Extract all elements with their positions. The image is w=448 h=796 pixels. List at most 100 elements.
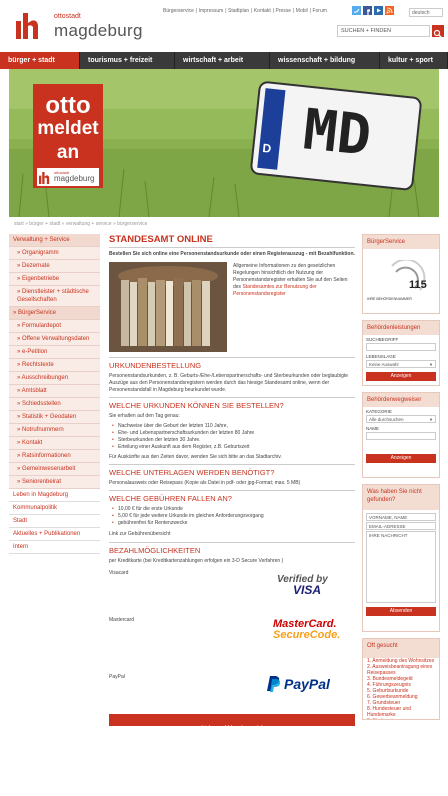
- nav-wirtschaft-arbeit[interactable]: wirtschaft + arbeit: [175, 52, 270, 69]
- sidebar: Verwaltung + Service» Organigramm» Dezer…: [9, 234, 100, 554]
- sidebar-item[interactable]: » Rechtstexte: [9, 359, 100, 372]
- often-searched-title: Oft gesucht: [363, 639, 439, 658]
- often-searched-item[interactable]: 9. Kinderreisepass: [363, 718, 439, 719]
- rss-icon[interactable]: [385, 6, 394, 15]
- sidebar-item[interactable]: » Gemeinwesenarbeit: [9, 463, 100, 476]
- feedback-message-textarea[interactable]: IHRE NACHRICHT: [366, 531, 436, 603]
- site-logo[interactable]: ottostadt magdeburg: [16, 9, 146, 43]
- sidebar-item[interactable]: Intern: [9, 541, 100, 554]
- heading-which-documents: WELCHE URKUNDEN KÖNNEN SIE BESTELLEN?: [109, 397, 355, 410]
- sidebar-item[interactable]: » Eigenbetriebe: [9, 273, 100, 286]
- mastercard-bottom-text: SecureCode.: [273, 629, 341, 641]
- youtube-icon[interactable]: [374, 6, 383, 15]
- docs-text: Personalausweis oder Reisepass (Kopie al…: [109, 480, 301, 486]
- authority-show-button[interactable]: Anzeigen: [366, 372, 436, 381]
- info-text: Allgemeine Informationen zu den gesetzli…: [233, 263, 355, 298]
- feedback-name-input[interactable]: VORNAME, NAME: [366, 513, 436, 521]
- authority-situation-select[interactable]: Keine Auswahl ▼: [366, 360, 436, 368]
- logo-big-text: magdeburg: [54, 21, 143, 40]
- sidebar-item[interactable]: » Organigramm: [9, 247, 100, 260]
- authority-services-box: Behördenleistungen SUCHBEGRIFF LEBENSLAG…: [362, 320, 440, 386]
- sidebar-item[interactable]: » Offene Verwaltungsdaten: [9, 333, 100, 346]
- page-title: STANDESAMT ONLINE: [109, 234, 355, 248]
- portal-button[interactable]: Link zum Urkundenportal: [109, 714, 355, 731]
- fee-link[interactable]: Link zur Gebührenübersicht: [109, 531, 355, 538]
- nav-kultur-sport[interactable]: kultur + sport: [380, 52, 448, 69]
- top-link-presse[interactable]: Presse: [276, 8, 292, 14]
- mastercard-securecode-logo: MasterCard. SecureCode.: [273, 618, 340, 641]
- authority-keyword-label: SUCHBEGRIFF: [366, 337, 399, 342]
- search-icon: [433, 29, 442, 38]
- magdeburg-logo-small-icon: [39, 171, 50, 184]
- sidebar-item[interactable]: » e-Petition: [9, 346, 100, 359]
- sidebar-item[interactable]: » BürgerService: [9, 307, 100, 320]
- feedback-box: Was haben Sie nicht gefunden? VORNAME, N…: [362, 484, 440, 632]
- chevron-down-icon: ▼: [429, 417, 433, 422]
- sidebar-item[interactable]: » Seniorenbeirat: [9, 476, 100, 489]
- top-link-impressum[interactable]: Impressum: [199, 8, 224, 14]
- top-link-kontakt[interactable]: Kontakt: [254, 8, 271, 14]
- sidebar-item[interactable]: » Kontakt: [9, 437, 100, 450]
- directory-name-input[interactable]: [366, 432, 436, 440]
- sidebar-item[interactable]: Leben in Magdeburg: [9, 489, 100, 502]
- nav-wissenschaft-bildung[interactable]: wissenschaft + bildung: [270, 52, 380, 69]
- often-searched-item[interactable]: 2. Ausweisbeantragung eines Reisepasses: [363, 664, 439, 676]
- logo-small-text: ottostadt: [54, 13, 81, 20]
- sidebar-item[interactable]: » Dezernate: [9, 260, 100, 273]
- feedback-email-input[interactable]: EMAIL-ADRESSE: [366, 522, 436, 530]
- info-link[interactable]: Standesamtes zur Benutzung der Personens…: [233, 284, 317, 297]
- directory-show-button[interactable]: Anzeigen: [366, 454, 436, 463]
- license-plate: D MD: [257, 85, 426, 191]
- payment-paypal-label: PayPal: [109, 674, 125, 680]
- buergerservice-box: BürgerService 115 IHRE BEHÖRDENNUMMER: [362, 234, 440, 314]
- verified-by-visa-logo: Verified by VISA: [277, 574, 339, 596]
- top-link-mobil[interactable]: Mobil: [296, 8, 308, 14]
- sidebar-item[interactable]: » Ausschreibungen: [9, 372, 100, 385]
- top-link-stadtplan[interactable]: Stadtplan: [228, 8, 249, 14]
- twitter-icon[interactable]: [352, 6, 361, 15]
- search-input[interactable]: SUCHEN + FINDEN: [337, 25, 430, 37]
- often-searched-list: 1. Anmeldung des Wohnsitzes 2. Ausweisbea…: [363, 658, 439, 719]
- sidebar-item[interactable]: Stadt: [9, 515, 100, 528]
- sidebar-item[interactable]: » Formulardepot: [9, 320, 100, 333]
- chevron-down-icon: ▼: [429, 362, 433, 367]
- authority-directory-box: Behördenwegweiser KATEGORIE Alle durchsu…: [362, 392, 440, 478]
- badge-logo-big: magdeburg: [54, 174, 95, 183]
- language-value: deutsch: [412, 10, 430, 16]
- directory-title: Behördenwegweiser: [363, 393, 439, 407]
- main-navigation: bürger + stadt tourismus + freizeit wirt…: [0, 52, 448, 69]
- sidebar-item[interactable]: Kommunalpolitik: [9, 502, 100, 515]
- authority-keyword-input[interactable]: [366, 343, 436, 351]
- feedback-submit-button[interactable]: Absenden: [366, 607, 436, 616]
- page: ottostadt magdeburg Bürgerservice | Impre…: [0, 0, 448, 796]
- paypal-icon: [267, 676, 281, 692]
- heading-urkundenbestellung: URKUNDENBESTELLUNG: [109, 357, 355, 370]
- hero-banner: D MD otto meldet an ottostadt magdeburg: [9, 69, 439, 217]
- top-link-forum[interactable]: Forum: [312, 8, 326, 14]
- sidebar-item[interactable]: » Statistik + Geodaten: [9, 411, 100, 424]
- book-archive-image: [109, 262, 227, 352]
- search-button[interactable]: [432, 25, 444, 38]
- buergerservice-title: BürgerService: [363, 235, 439, 249]
- nav-buerger-stadt[interactable]: bürger + stadt: [0, 52, 80, 69]
- breadcrumb[interactable]: start » bürger + stadt » verwaltung + se…: [9, 219, 439, 230]
- sidebar-item[interactable]: » Ratsinformationen: [9, 450, 100, 463]
- sidebar-item[interactable]: » Notrufnummern: [9, 424, 100, 437]
- sidebar-item[interactable]: » Dienstleister + städtische Gesellschaf…: [9, 286, 100, 307]
- nav-tourismus-freizeit[interactable]: tourismus + freizeit: [80, 52, 175, 69]
- language-select[interactable]: deutsch: [409, 8, 443, 17]
- phone-number[interactable]: 115: [409, 279, 427, 291]
- which-item: Sterbeurkunden der letzten 30 Jahre.: [109, 437, 355, 444]
- sidebar-item[interactable]: » Schiedsstellen: [9, 398, 100, 411]
- often-searched-item[interactable]: 8. Hundesteuer und Hundemarke: [363, 706, 439, 718]
- sidebar-item[interactable]: » Amtsblatt: [9, 385, 100, 398]
- directory-name-label: NAME: [366, 426, 380, 431]
- facebook-icon[interactable]: [363, 6, 372, 15]
- sidebar-item[interactable]: Aktuelles + Publikationen: [9, 528, 100, 541]
- often-searched-box: Oft gesucht 1. Anmeldung des Wohnsitzes 2…: [362, 638, 440, 720]
- paypal-text: PayPal: [284, 676, 330, 692]
- directory-category-select[interactable]: Alle durchsuchen ▼: [366, 415, 436, 423]
- payment-methods: Visacard Verified by VISA Mastercard Mas…: [109, 568, 355, 731]
- top-link-buergerservice[interactable]: Bürgerservice: [163, 8, 194, 14]
- sidebar-item[interactable]: Verwaltung + Service: [9, 234, 100, 247]
